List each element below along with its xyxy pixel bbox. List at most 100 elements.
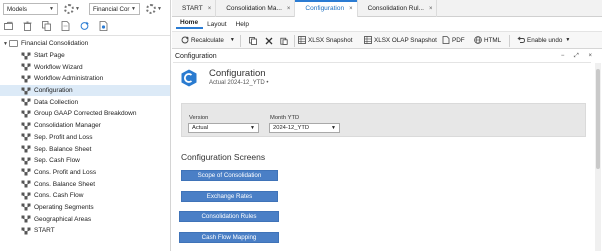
close-icon[interactable]: × — [349, 6, 353, 12]
tree-item[interactable]: Consolidation Manager — [0, 120, 170, 132]
tree-item[interactable]: Sep. Profit and Loss — [0, 132, 170, 144]
copy-icon[interactable] — [42, 21, 51, 31]
html-label: HTML — [484, 36, 502, 44]
tree-item[interactable]: Workflow Wizard — [0, 61, 170, 73]
version-select[interactable]: Actual ▼ — [188, 123, 259, 133]
tree-item-label: Cons. Cash Flow — [34, 192, 84, 200]
models-select-value: Models — [7, 5, 27, 13]
tab-consolidation-rul[interactable]: Consolidation Rul... × — [358, 0, 438, 17]
pdf-icon — [442, 36, 450, 44]
page-icon[interactable] — [61, 21, 70, 31]
tree-item-label: Workflow Wizard — [34, 63, 83, 71]
scrollbar-thumb[interactable] — [596, 69, 600, 169]
tree-root-label: Financial Consolidation — [21, 40, 89, 48]
tree-item[interactable]: Cons. Profit and Loss — [0, 167, 170, 179]
tab-configuration[interactable]: Configuration × — [295, 0, 358, 17]
chevron-down-icon[interactable]: ▼ — [75, 6, 80, 12]
section-title: Configuration Screens — [181, 152, 266, 162]
paste-icon[interactable] — [280, 37, 288, 45]
panel-title: Configuration — [175, 52, 217, 60]
cube-select[interactable]: Financial Cor ▼ — [89, 3, 140, 15]
tab-label: Consolidation Rul... — [367, 5, 424, 12]
xlsx-olap-snapshot-button[interactable]: XLSX OLAP Snapshot — [364, 36, 437, 44]
enable-undo-button[interactable]: Enable undo ▼ — [517, 36, 570, 44]
exchange-rates-button[interactable]: Exchange Rates — [181, 191, 278, 202]
tree-item[interactable]: Sep. Balance Sheet — [0, 143, 170, 155]
tree-item[interactable]: Configuration — [0, 84, 170, 97]
tree-root-node[interactable]: ▼ Financial Consolidation — [0, 38, 170, 50]
menu-help[interactable]: Help — [232, 21, 254, 29]
dashboard-title: Configuration — [209, 68, 266, 79]
chevron-down-icon: ▼ — [250, 125, 255, 131]
tree-item[interactable]: Cons. Cash Flow — [0, 190, 170, 202]
tree-item[interactable]: Sep. Cash Flow — [0, 155, 170, 167]
tab-label: START — [182, 5, 203, 12]
pdf-label: PDF — [452, 36, 465, 44]
new-folder-icon[interactable] — [4, 21, 13, 31]
tree-toolbar — [4, 20, 108, 32]
workflow-icon — [21, 157, 31, 165]
delete-icon[interactable] — [23, 21, 32, 31]
chevron-down-icon[interactable]: ▼ — [2, 41, 9, 47]
tree-item[interactable]: Data Collection — [0, 96, 170, 108]
gear-icon[interactable] — [146, 4, 156, 14]
tree-item[interactable]: Workflow Administration — [0, 73, 170, 85]
panel-window-controls[interactable]: − ⤢ × — [561, 53, 596, 60]
filter-bar: Version Actual ▼ Month YTD 2024-12_YTD ▼ — [181, 103, 586, 137]
cut-icon[interactable] — [265, 37, 273, 45]
cube-select-value: Financial Cor — [93, 5, 130, 13]
workflow-icon — [21, 145, 31, 153]
gear-icon[interactable] — [64, 4, 74, 14]
cash-flow-mapping-button[interactable]: Cash Flow Mapping — [179, 232, 279, 243]
refresh-icon[interactable] — [80, 21, 89, 31]
chevron-down-icon[interactable]: ▼ — [157, 6, 162, 12]
vertical-scrollbar[interactable] — [595, 63, 601, 251]
tab-label: Consolidation Ma... — [226, 5, 282, 12]
models-select[interactable]: Models ▼ — [3, 3, 58, 15]
xlsx-snapshot-button[interactable]: XLSX Snapshot — [298, 36, 352, 44]
models-select-row: Models ▼ ▼ — [3, 2, 80, 16]
workflow-icon — [21, 133, 31, 141]
recalculate-button[interactable]: Recalculate ▼ — [181, 36, 235, 44]
tree-item-label: Cons. Balance Sheet — [34, 180, 96, 188]
document-icon[interactable] — [99, 21, 108, 31]
workflow-icon — [21, 192, 31, 200]
chevron-down-icon: ▼ — [331, 125, 336, 131]
tab-consolidation-ma[interactable]: Consolidation Ma... × — [216, 0, 296, 17]
month-select[interactable]: 2024-12_YTD ▼ — [269, 123, 340, 133]
tab-start[interactable]: START × — [172, 0, 217, 17]
tree-item[interactable]: Group GAAP Corrected Breakdown — [0, 108, 170, 120]
tree-item-label: Start Page — [34, 52, 65, 60]
version-select-value: Actual — [192, 125, 209, 131]
workflow-tree: ▼ Financial Consolidation Start Page Work… — [0, 38, 170, 237]
consolidation-rules-button[interactable]: Consolidation Rules — [179, 211, 279, 222]
tree-item-label: Workflow Administration — [34, 75, 104, 83]
tree-item[interactable]: Operating Segments — [0, 202, 170, 214]
menu-home[interactable]: Home — [176, 19, 204, 29]
toolbar: Recalculate ▼ XLSX Snapshot XLSX OLAP Sn… — [172, 31, 602, 49]
tree-item[interactable]: START — [0, 225, 170, 237]
workflow-icon — [21, 227, 31, 235]
html-button[interactable]: HTML — [474, 36, 501, 44]
pdf-button[interactable]: PDF — [442, 36, 465, 44]
workflow-icon — [21, 75, 31, 83]
tree-item-label: Configuration — [34, 87, 73, 95]
tree-item[interactable]: Geographical Areas — [0, 213, 170, 225]
tree-item-label: Geographical Areas — [34, 215, 92, 223]
close-icon[interactable]: × — [287, 6, 291, 12]
scope-of-consolidation-button[interactable]: Scope of Consolidation — [181, 170, 278, 181]
workflow-icon — [21, 122, 31, 130]
workflow-icon — [21, 110, 31, 118]
enable-undo-label: Enable undo — [527, 36, 563, 44]
close-icon[interactable]: × — [429, 6, 433, 12]
copy-icon[interactable] — [249, 37, 257, 45]
tree-item[interactable]: Start Page — [0, 50, 170, 62]
menu-layout[interactable]: Layout — [203, 21, 232, 29]
recalculate-label: Recalculate — [191, 36, 224, 44]
app-logo-icon — [181, 69, 197, 87]
workflow-icon — [21, 180, 31, 188]
close-icon[interactable]: × — [208, 6, 212, 12]
configuration-dashboard: Configuration Actual 2024-12_YTD • Versi… — [173, 62, 591, 251]
tree-item-label: Sep. Profit and Loss — [34, 133, 93, 141]
tree-item[interactable]: Cons. Balance Sheet — [0, 178, 170, 190]
